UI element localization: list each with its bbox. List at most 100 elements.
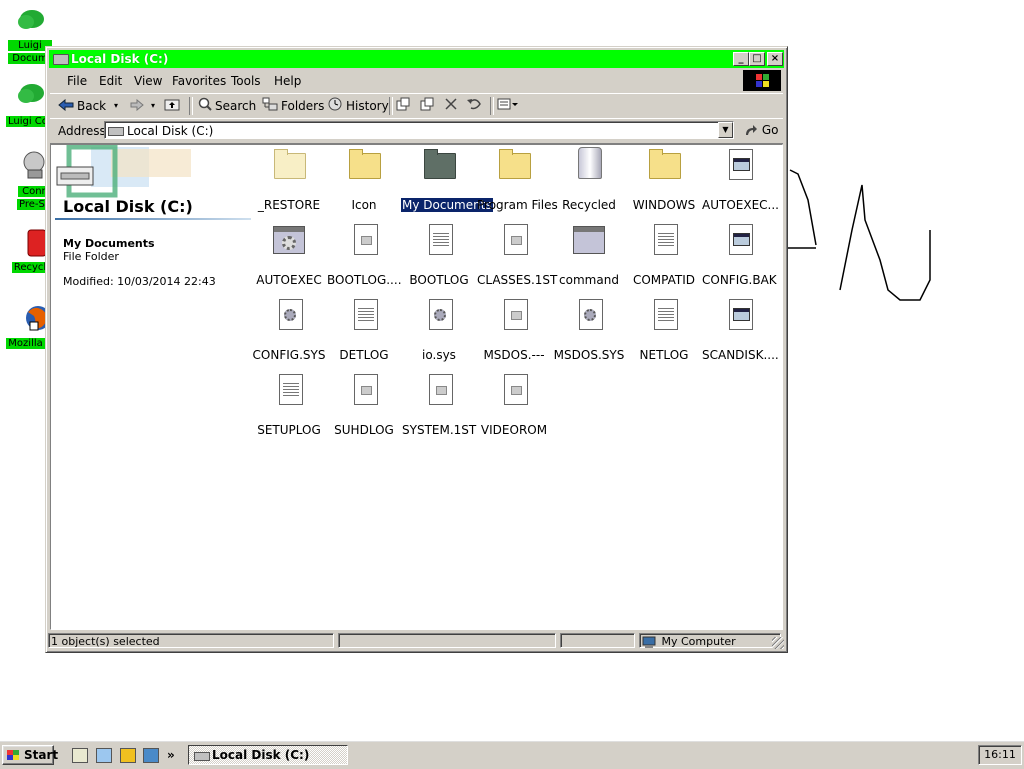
forward-button[interactable]	[130, 97, 147, 115]
network-icon	[14, 150, 46, 179]
menu-edit[interactable]: Edit	[99, 74, 122, 88]
internet-explorer-icon[interactable]	[96, 748, 112, 763]
history-button[interactable]: History	[327, 97, 389, 115]
file-item[interactable]: SCANDISK....	[701, 297, 779, 362]
firefox-icon	[14, 302, 50, 331]
file-name: SETUPLOG	[257, 423, 321, 437]
folders-label: Folders	[281, 99, 325, 113]
title-bar[interactable]: Local Disk (C:) _ □ ×	[49, 50, 784, 68]
close-button[interactable]: ×	[767, 52, 783, 66]
move-to-button[interactable]	[395, 97, 414, 115]
media-player-icon[interactable]	[120, 748, 136, 763]
forward-dropdown[interactable]: ▾	[151, 97, 155, 115]
my-computer-icon	[642, 635, 658, 648]
minimize-button[interactable]: _	[733, 52, 749, 66]
file-item[interactable]: VIDEOROM	[476, 372, 552, 437]
taskbar-button-label: Local Disk (C:)	[212, 748, 310, 762]
status-bar: 1 object(s) selected My Computer	[48, 632, 785, 650]
file-item[interactable]: BOOTLOG....	[326, 222, 402, 287]
text-file-icon	[422, 222, 456, 256]
taskbar-button-local-disk[interactable]: Local Disk (C:)	[188, 745, 348, 765]
menu-favorites[interactable]: Favorites	[172, 74, 226, 88]
start-button[interactable]: Start	[2, 745, 58, 765]
go-arrow-icon	[744, 123, 762, 137]
file-item[interactable]: MSDOS.SYS	[551, 297, 627, 362]
file-name: CONFIG.BAK	[702, 273, 777, 287]
file-item[interactable]: AUTOEXEC	[251, 222, 327, 287]
explorer-window[interactable]: Local Disk (C:) _ □ × File Edit View Fav…	[45, 46, 788, 653]
file-item[interactable]: command	[551, 222, 627, 287]
menu-file[interactable]: File	[67, 74, 87, 88]
file-name: Program Files	[477, 198, 558, 212]
file-name: Icon	[351, 198, 377, 212]
menu-view[interactable]: View	[134, 74, 162, 88]
file-item[interactable]: Program Files	[476, 147, 558, 212]
undo-button[interactable]	[466, 97, 485, 115]
show-desktop-icon[interactable]	[72, 748, 88, 763]
file-item[interactable]: CONFIG.BAK	[701, 222, 777, 287]
file-item[interactable]: SYSTEM.1ST	[401, 372, 477, 437]
folder-icon	[272, 147, 306, 181]
recycle-bin-icon	[14, 228, 47, 257]
file-name: command	[559, 273, 619, 287]
delete-button[interactable]	[444, 97, 461, 115]
address-dropdown-button[interactable]: ▼	[718, 122, 733, 138]
cloud-icon	[14, 80, 46, 108]
file-name: SUHDLOG	[334, 423, 394, 437]
menu-tools[interactable]: Tools	[231, 74, 261, 88]
windows-logo-icon	[7, 750, 19, 760]
file-item[interactable]: _RESTORE	[251, 147, 327, 212]
file-item[interactable]: AUTOEXEC...	[701, 147, 779, 212]
standard-toolbar: Back ▾ ▾ Search Folders History	[50, 93, 783, 119]
file-item[interactable]: io.sys	[401, 297, 477, 362]
copy-to-button[interactable]	[419, 97, 438, 115]
search-button[interactable]: Search	[198, 97, 256, 115]
go-button[interactable]: Go	[744, 123, 778, 137]
file-name: BOOTLOG....	[327, 273, 402, 287]
menu-help[interactable]: Help	[274, 74, 301, 88]
status-zone	[560, 633, 635, 648]
drive-icon	[53, 54, 69, 65]
system-file-icon	[272, 297, 306, 331]
file-name: io.sys	[422, 348, 456, 362]
up-folder-button[interactable]	[164, 97, 183, 115]
file-item[interactable]: CONFIG.SYS	[251, 297, 327, 362]
folders-button[interactable]: Folders	[262, 97, 324, 115]
search-label: Search	[215, 99, 257, 113]
file-item[interactable]: SUHDLOG	[326, 372, 402, 437]
web-view-pane: Local Disk (C:) My Documents File Folder…	[51, 145, 251, 629]
system-tray-clock[interactable]: 16:11	[978, 745, 1022, 765]
file-item[interactable]: Icon	[326, 147, 402, 212]
resize-grip[interactable]	[772, 637, 784, 649]
file-name: AUTOEXEC	[256, 273, 322, 287]
file-item[interactable]: Recycled	[551, 147, 627, 212]
maximize-button[interactable]: □	[749, 52, 765, 66]
file-item[interactable]: SETUPLOG	[251, 372, 327, 437]
file-name: CLASSES.1ST	[477, 273, 558, 287]
selected-item-name: My Documents	[63, 237, 155, 250]
quick-launch-chevron[interactable]: »	[167, 748, 175, 762]
generic-file-icon	[497, 222, 531, 256]
file-item[interactable]: WINDOWS	[626, 147, 702, 212]
back-arrow-icon	[58, 98, 74, 116]
history-label: History	[346, 99, 389, 113]
file-name: COMPATID	[632, 273, 696, 287]
file-item[interactable]: CLASSES.1ST	[476, 222, 557, 287]
selected-item-modified: Modified: 10/03/2014 22:43	[63, 275, 216, 288]
outlook-express-icon[interactable]	[143, 748, 159, 763]
file-item[interactable]: MSDOS.---	[476, 297, 552, 362]
views-button[interactable]	[497, 97, 522, 115]
windows-logo-icon	[743, 70, 781, 91]
file-item[interactable]: My Documents	[400, 147, 494, 213]
file-item[interactable]: DETLOG	[326, 297, 402, 362]
file-item[interactable]: COMPATID	[626, 222, 702, 287]
address-input[interactable]: Local Disk (C:) ▼	[104, 121, 734, 139]
status-computer: My Computer	[639, 633, 781, 648]
banner-divider	[55, 218, 251, 220]
file-item[interactable]: NETLOG	[626, 297, 702, 362]
back-dropdown[interactable]: ▾	[114, 97, 118, 115]
back-button[interactable]: Back	[58, 97, 106, 115]
folder-icon	[647, 147, 681, 181]
folder-view[interactable]: Local Disk (C:) My Documents File Folder…	[50, 144, 783, 630]
file-item[interactable]: BOOTLOG	[401, 222, 477, 287]
